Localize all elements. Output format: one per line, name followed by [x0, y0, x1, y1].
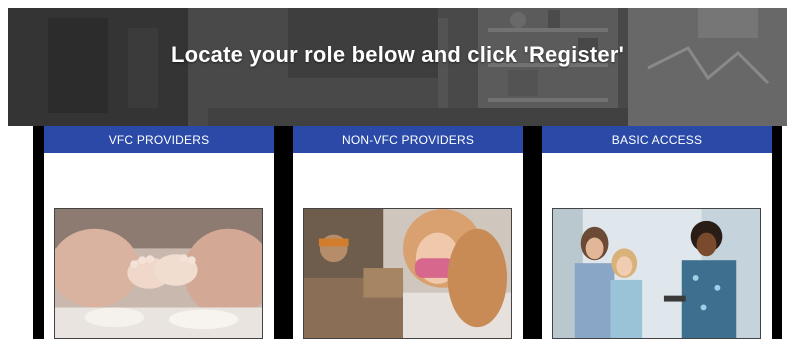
card-heading: VFC PROVIDERS — [44, 126, 274, 153]
page-title: Locate your role below and click 'Regist… — [170, 42, 625, 67]
registration-page: Locate your role below and click 'Regist… — [0, 0, 798, 339]
baby-feet-in-hands-photo — [54, 208, 263, 339]
role-card-non-vfc-providers[interactable]: NON-VFC PROVIDERS — [293, 126, 523, 339]
masked-person-photo — [303, 208, 512, 339]
nurse-with-family-photo — [552, 208, 761, 339]
role-card-basic-access[interactable]: BASIC ACCESS — [542, 126, 772, 339]
role-card-vfc-providers[interactable]: VFC PROVIDERS — [44, 126, 274, 339]
role-cards: VFC PROVIDERS NON-VFC PROVIDERS BASIC AC… — [33, 126, 782, 339]
card-heading: BASIC ACCESS — [542, 126, 772, 153]
hero-banner: Locate your role below and click 'Regist… — [8, 8, 787, 126]
card-heading: NON-VFC PROVIDERS — [293, 126, 523, 153]
